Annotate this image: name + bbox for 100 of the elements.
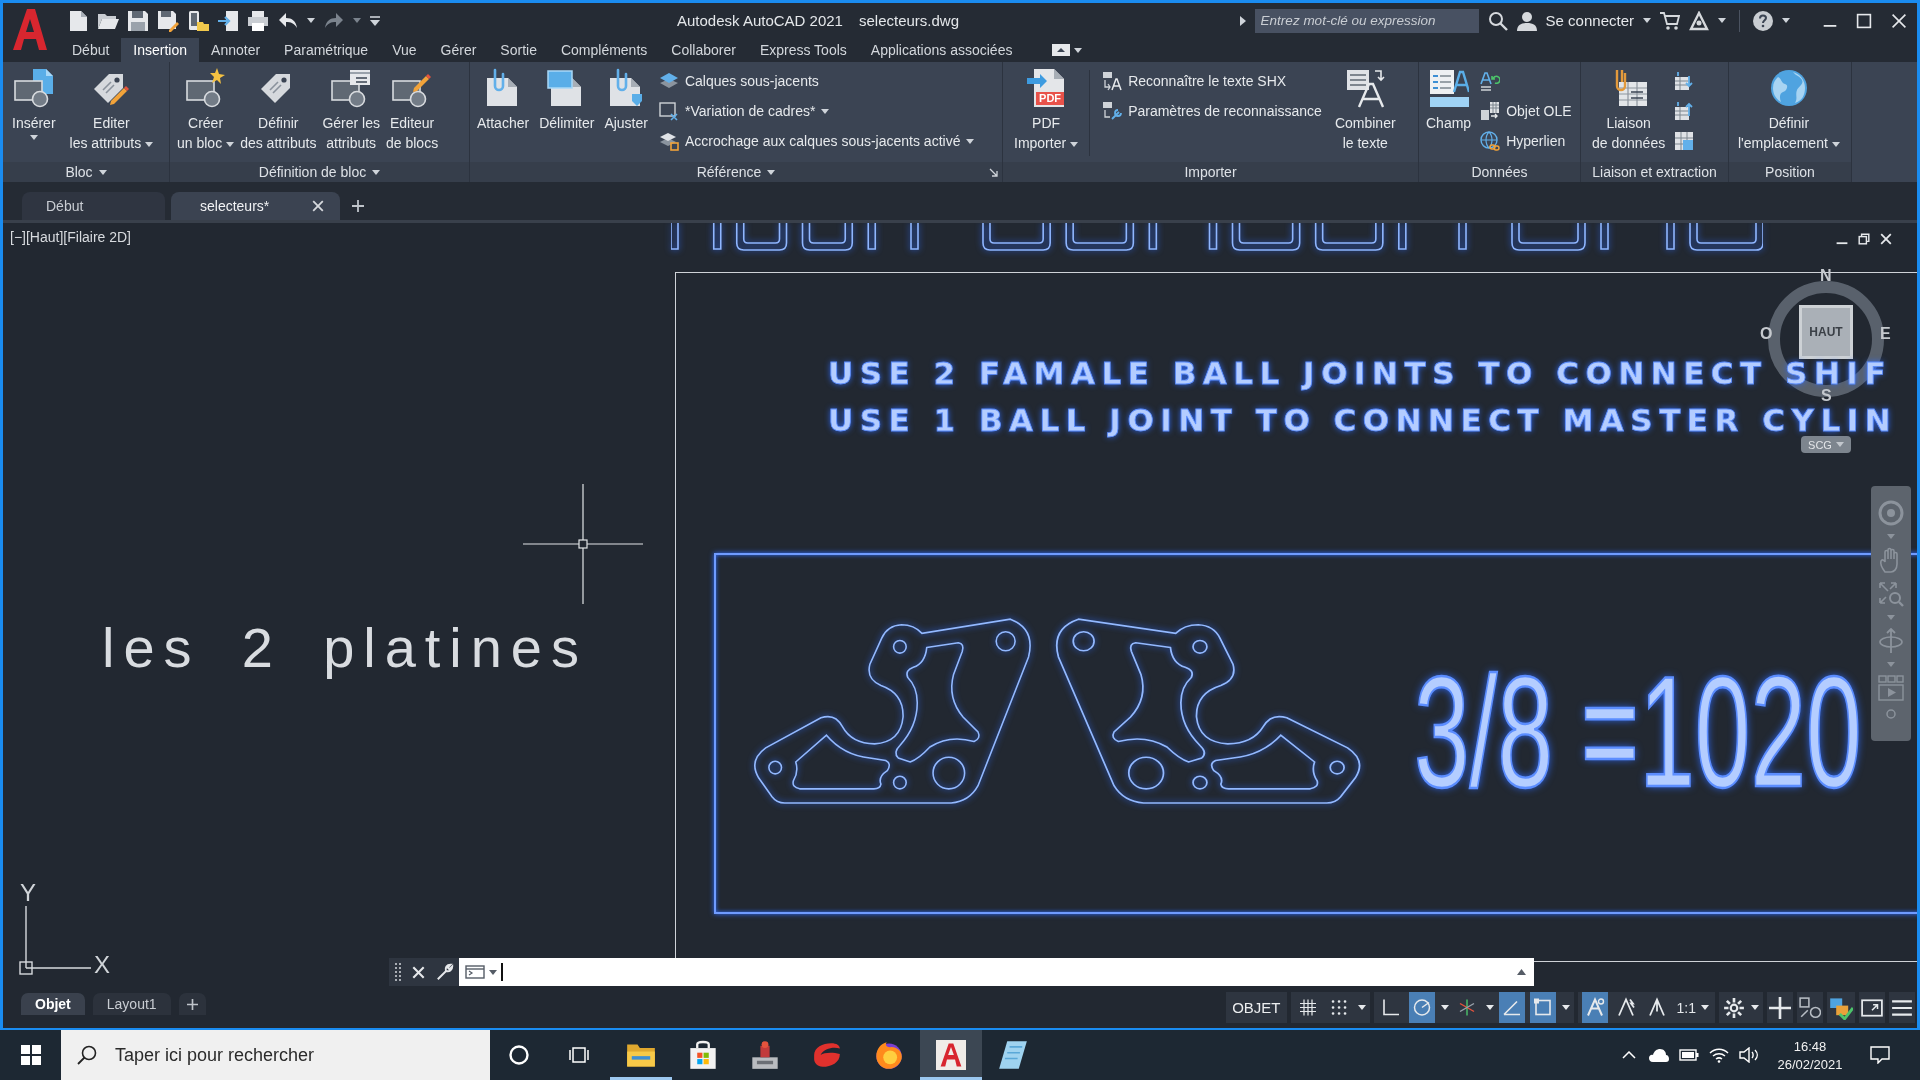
help-icon[interactable] [1753, 10, 1773, 31]
search-field[interactable]: Taper ici pour rechercher [113, 1043, 490, 1067]
text-field-icon[interactable] [1428, 68, 1469, 108]
table-upload-icon[interactable] [1674, 101, 1695, 121]
chevron-up-icon[interactable] [1622, 1051, 1636, 1059]
ribbon-tool-button[interactable]: *Variation de cadres* [656, 96, 977, 126]
ribbon-tab[interactable]: Paramétrique [272, 38, 381, 62]
ribbon-tool-button[interactable]: Champ [1425, 66, 1473, 133]
recognize-settings-icon[interactable] [1102, 101, 1123, 121]
model-space-button[interactable]: OBJET [1226, 992, 1287, 1023]
caret-icon[interactable] [145, 141, 154, 147]
layout-tab[interactable]: Objet [21, 993, 85, 1015]
terminal-icon[interactable] [465, 965, 485, 979]
ribbon-tab[interactable]: Annoter [199, 38, 273, 62]
caret-icon[interactable] [307, 18, 315, 23]
caret-icon[interactable] [821, 108, 830, 114]
text-combine-icon[interactable] [1345, 68, 1386, 108]
caret-icon[interactable] [1718, 18, 1726, 23]
cloud-icon[interactable] [1649, 1048, 1669, 1062]
new-file-icon[interactable] [67, 9, 89, 32]
ribbon-tool-button[interactable]: Liaison de données [1591, 66, 1667, 153]
taskbar-search-bar[interactable]: Taper ici pour rechercher [61, 1030, 490, 1080]
block-star-icon[interactable] [185, 68, 226, 108]
plus-icon[interactable] [186, 998, 198, 1010]
ribbon-tool-button[interactable]: Reconnaître le texte SHX [1100, 66, 1324, 96]
plus-icon[interactable] [352, 200, 364, 212]
close-icon[interactable] [1891, 12, 1907, 29]
cortana-ring-icon[interactable] [509, 1045, 529, 1065]
ribbon-tab[interactable]: Express Tools [747, 38, 859, 62]
phone-folder-icon[interactable] [187, 9, 209, 32]
caret-icon[interactable] [767, 169, 776, 175]
restore-icon[interactable] [1858, 233, 1870, 245]
ole-object-icon[interactable] [1480, 101, 1501, 121]
text-recognize-icon[interactable] [1102, 71, 1123, 91]
caret-icon[interactable] [1751, 1005, 1759, 1010]
notification-icon[interactable] [1870, 1046, 1890, 1064]
compass-letter[interactable]: O [1760, 326, 1773, 342]
flame-globe-icon[interactable] [874, 1040, 904, 1070]
layout-tab[interactable]: Layout1 [92, 993, 171, 1015]
ribbon-tool-button[interactable]: Définir des attributs [239, 66, 318, 153]
windows-start-icon[interactable] [20, 1045, 41, 1065]
viewport-control[interactable]: [−] [10, 229, 26, 245]
ribbon-tool-button[interactable]: Editer les attributs [68, 66, 155, 153]
caret-icon[interactable] [1561, 1005, 1570, 1010]
caret-icon[interactable] [226, 141, 235, 147]
ribbon-tool-button[interactable]: Paramètres de reconnaissance [1100, 96, 1324, 126]
ribbon-tab[interactable]: Début [60, 38, 122, 62]
annotation-scale-button[interactable]: 1:1 [1672, 992, 1713, 1023]
ribbon-tool-button[interactable]: Accrochage aux calques sous-jacents activé [656, 126, 977, 156]
ribbon-tool-button[interactable]: Calques sous-jacents [656, 66, 977, 96]
search-icon[interactable] [77, 1045, 97, 1065]
status-toggle[interactable] [1406, 992, 1451, 1023]
new-layout-button[interactable] [178, 993, 206, 1015]
caret-icon[interactable] [1643, 18, 1651, 23]
ribbon-tool-button[interactable]: Ajuster [603, 66, 649, 133]
caret-icon[interactable] [29, 135, 38, 140]
shopping-bag-icon[interactable] [688, 1040, 718, 1070]
ribbon-tab[interactable]: Applications associées [858, 38, 1025, 62]
grip-icon[interactable] [394, 962, 401, 982]
settings-dot-icon[interactable] [1886, 709, 1896, 719]
table-download-icon[interactable] [1674, 71, 1695, 91]
user-icon[interactable] [1516, 10, 1537, 31]
layers-icon[interactable] [658, 71, 679, 91]
ribbon-tool-button[interactable]: Combiner le texte [1333, 66, 1397, 153]
caret-icon[interactable] [372, 169, 381, 175]
dialog-launcher-icon[interactable] [989, 168, 998, 177]
ribbon-tab[interactable]: Sortie [488, 38, 549, 62]
ribbon-tool-button[interactable]: Créer un bloc [176, 66, 236, 153]
block-list-icon[interactable] [331, 68, 372, 108]
battery-icon[interactable] [1679, 1049, 1699, 1061]
ribbon-tool-button[interactable]: Hyperlien [1478, 126, 1574, 156]
command-input[interactable] [459, 958, 1534, 986]
save-as-icon[interactable] [157, 9, 179, 32]
customize-menu-icon[interactable] [369, 15, 381, 26]
caret-icon[interactable] [1485, 1005, 1494, 1010]
close-icon[interactable] [1880, 233, 1892, 245]
app-logo-icon[interactable] [11, 8, 48, 50]
ribbon-toggle-icon[interactable] [1052, 44, 1071, 56]
ribbon-tab[interactable]: Collaborer [659, 38, 748, 62]
cart-icon[interactable] [1660, 10, 1680, 31]
gear-icon[interactable] [1723, 996, 1745, 1019]
block-insert-icon[interactable] [13, 68, 54, 108]
caret-icon[interactable] [1701, 1005, 1709, 1010]
globe-link-icon[interactable] [1480, 131, 1501, 151]
field-refresh-icon[interactable] [1480, 71, 1501, 91]
caret-icon[interactable] [966, 138, 975, 144]
object-snap-icon[interactable] [1529, 992, 1556, 1023]
compass-letter[interactable]: E [1880, 326, 1891, 342]
speaker-icon[interactable] [1739, 1047, 1759, 1063]
app-logo-icon[interactable] [936, 1040, 966, 1070]
sign-in-link[interactable]: Se connecter [1545, 12, 1634, 29]
wrench-icon[interactable] [435, 963, 454, 981]
viewport-control[interactable]: [Haut] [25, 229, 64, 245]
swoosh-icon[interactable] [812, 1040, 842, 1070]
caret-icon[interactable] [1831, 141, 1840, 147]
globe-icon[interactable] [1768, 68, 1809, 108]
joystick-box-icon[interactable] [750, 1040, 780, 1070]
document-tab[interactable]: selecteurs* [171, 192, 340, 220]
caret-icon[interactable] [1782, 18, 1790, 23]
caret-icon[interactable] [489, 969, 497, 975]
